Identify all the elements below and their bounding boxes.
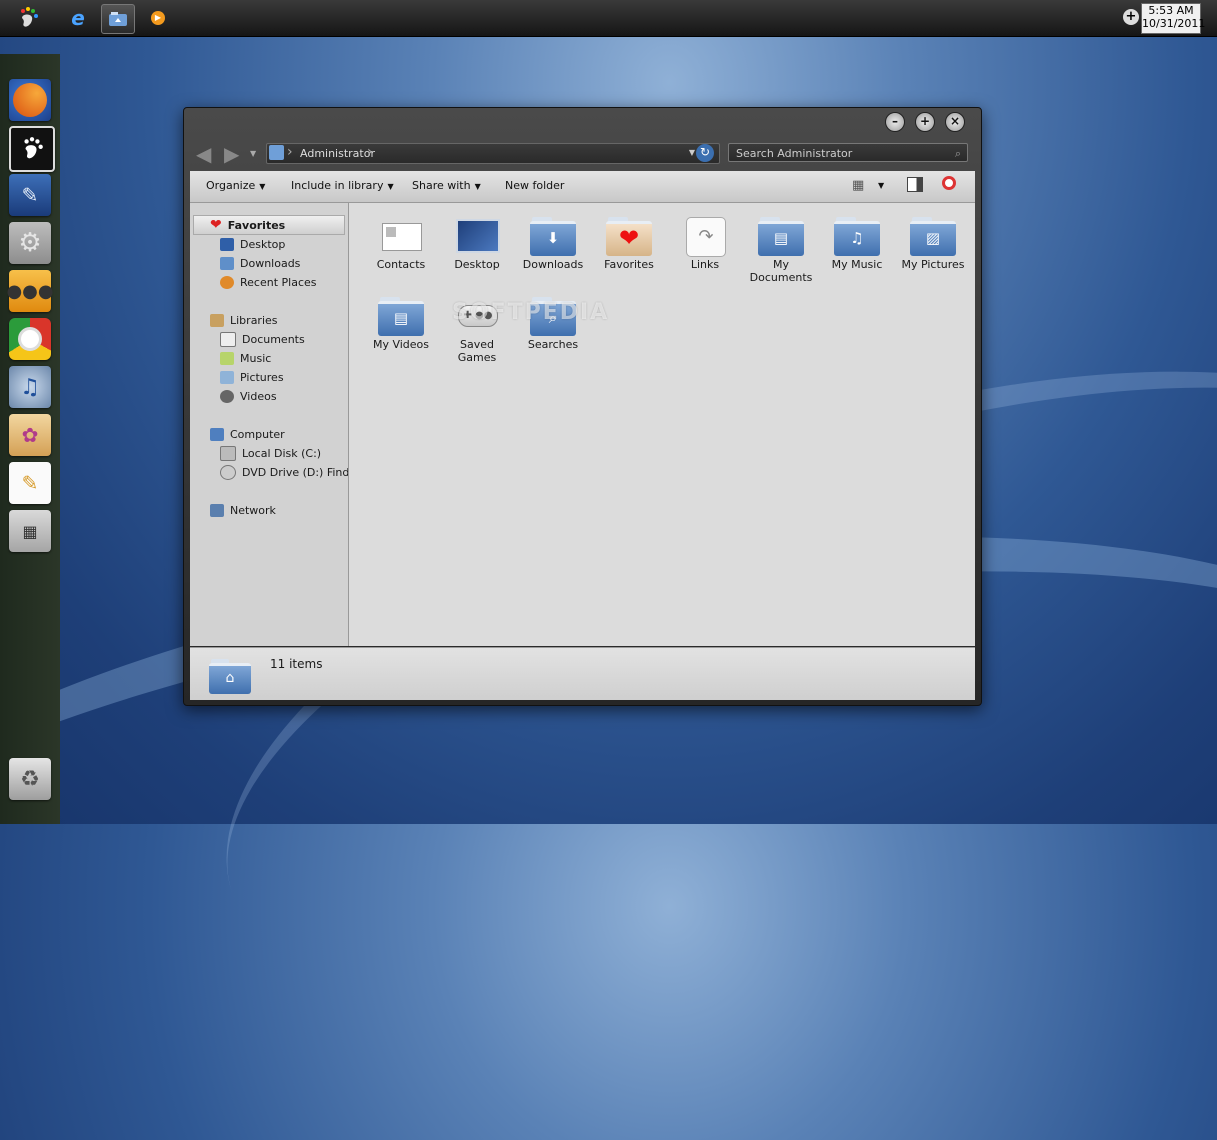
minimize-button[interactable]: – [885,112,905,132]
nav-libraries[interactable]: Libraries [210,311,278,329]
chrome-icon[interactable] [9,318,51,360]
item-desktop[interactable]: Desktop [441,217,513,271]
item-links[interactable]: ↷ Links [669,217,741,271]
nav-music[interactable]: Music [220,349,271,367]
close-button[interactable]: × [945,112,965,132]
preview-pane-icon[interactable] [907,177,923,192]
gnome-foot-icon[interactable] [12,4,44,32]
nav-network[interactable]: Network [210,501,276,519]
back-arrow-icon[interactable]: ◀ [196,142,211,166]
music-icon [220,351,234,365]
calculator-icon[interactable]: ▦ [9,510,51,552]
firefox-icon[interactable] [9,79,51,121]
file-list: Contacts Desktop ⬇ Downloads ❤ Favorites… [349,203,975,646]
item-my-pictures[interactable]: ▨ My Pictures [897,217,969,271]
nav-recent-places[interactable]: Recent Places [220,273,317,291]
nav-videos[interactable]: Videos [220,387,277,405]
contacts-icon [378,217,424,253]
nav-desktop[interactable]: Desktop [220,235,285,253]
item-my-documents[interactable]: ▤ My Documents [745,217,817,284]
command-toolbar: Organize ▼ Include in library ▼ Share with… [190,171,975,203]
item-contacts[interactable]: Contacts [365,217,437,271]
nav-favorites[interactable]: ❤ Favorites [193,215,345,235]
address-folder-icon [269,145,284,160]
search-input[interactable]: Search Administrator ⌕ [728,143,968,162]
computer-icon [210,427,224,441]
recent-pages-chevron-icon[interactable]: ▼ [250,149,256,158]
dock: ✎ ⚙ ●●● ♫ ✿ ✎ ▦ ♻ [0,54,60,824]
nav-downloads[interactable]: Downloads [220,254,300,272]
libraries-icon [210,313,224,327]
internet-explorer-icon[interactable]: e [62,4,94,32]
watermark: SOFTPEDIA [452,300,610,325]
palette-icon[interactable]: ✿ [9,414,51,456]
share-with-button[interactable]: Share with ▼ [412,179,481,192]
navigation-pane: ❤ Favorites Desktop Downloads Recent Pla… [190,203,349,646]
videos-icon [220,389,234,403]
explorer-icon[interactable] [101,4,135,34]
item-my-music[interactable]: ♫ My Music [821,217,893,271]
item-downloads[interactable]: ⬇ Downloads [517,217,589,271]
recycle-bin-icon[interactable]: ♻ [9,758,51,800]
search-icon: ⌕ [954,147,961,160]
maximize-button[interactable]: + [915,112,935,132]
nav-pictures[interactable]: Pictures [220,368,284,386]
address-dropdown-icon[interactable]: ▼ [689,148,695,157]
paint-tablet-icon[interactable]: ✎ [9,174,51,216]
videos-folder-icon: ▤ [378,297,424,336]
help-lifebuoy-icon[interactable] [942,176,956,190]
tray-add-icon[interactable]: + [1123,9,1139,25]
favorites-folder-icon: ❤ [606,217,652,256]
itunes-icon[interactable]: ♫ [9,366,51,408]
clock-date: 10/31/2011 [1142,17,1206,30]
address-bar[interactable]: › Administrator › ▼ [266,143,720,164]
breadcrumb-chevron-icon[interactable]: › [367,144,373,161]
heart-icon: ❤ [210,217,222,233]
network-icon [210,503,224,517]
change-view-icon[interactable]: ▦ [852,178,864,193]
dvd-drive-icon [220,464,236,480]
pictures-icon [220,370,234,384]
downloads-folder-icon: ⬇ [530,217,576,256]
taskbar: e ▶ + 5:53 AM 10/31/2011 [0,0,1217,37]
item-favorites[interactable]: ❤ Favorites [593,217,665,271]
clock-time: 5:53 AM [1148,4,1194,17]
documents-folder-icon: ▤ [758,217,804,256]
notepad-icon[interactable]: ✎ [9,462,51,504]
nav-documents[interactable]: Documents [220,330,305,348]
home-folder-icon: ⌂ [209,659,251,694]
organize-button[interactable]: Organize ▼ [206,179,265,192]
links-icon: ↷ [682,217,728,257]
new-folder-button[interactable]: New folder [505,179,564,192]
breadcrumb-separator-icon: › [287,144,293,160]
item-count: 11 items [270,657,323,671]
status-bar: ⌂ 11 items [190,647,975,700]
desktop-icon [454,217,500,253]
music-folder-icon: ♫ [834,217,880,256]
clock[interactable]: 5:53 AM 10/31/2011 [1141,3,1206,34]
users-icon[interactable]: ●●● [6,270,54,312]
explorer-window: – + × ◀ ▶ ▼ › Administrator › ▼ ↻ Search… [183,107,982,706]
pictures-folder-icon: ▨ [910,217,956,256]
item-my-videos[interactable]: ▤ My Videos [365,297,437,351]
gears-icon[interactable]: ⚙ [9,222,51,264]
recent-places-icon [220,275,234,289]
desktop-icon [220,237,234,251]
refresh-icon[interactable]: ↻ [696,144,714,162]
view-options-chevron-icon[interactable]: ▼ [878,181,884,190]
downloads-icon [220,256,234,270]
breadcrumb-administrator[interactable]: Administrator [300,147,375,160]
gnome-icon[interactable] [9,126,55,172]
documents-icon [220,331,236,347]
nav-dvd-drive[interactable]: DVD Drive (D:) Finding [220,463,348,481]
include-in-library-button[interactable]: Include in library ▼ [291,179,394,192]
forward-arrow-icon[interactable]: ▶ [224,142,239,166]
nav-local-disk[interactable]: Local Disk (C:) [220,444,321,462]
local-disk-icon [220,445,236,461]
nav-computer[interactable]: Computer [210,425,285,443]
search-placeholder: Search Administrator [736,147,853,160]
media-player-icon[interactable]: ▶ [142,4,174,32]
